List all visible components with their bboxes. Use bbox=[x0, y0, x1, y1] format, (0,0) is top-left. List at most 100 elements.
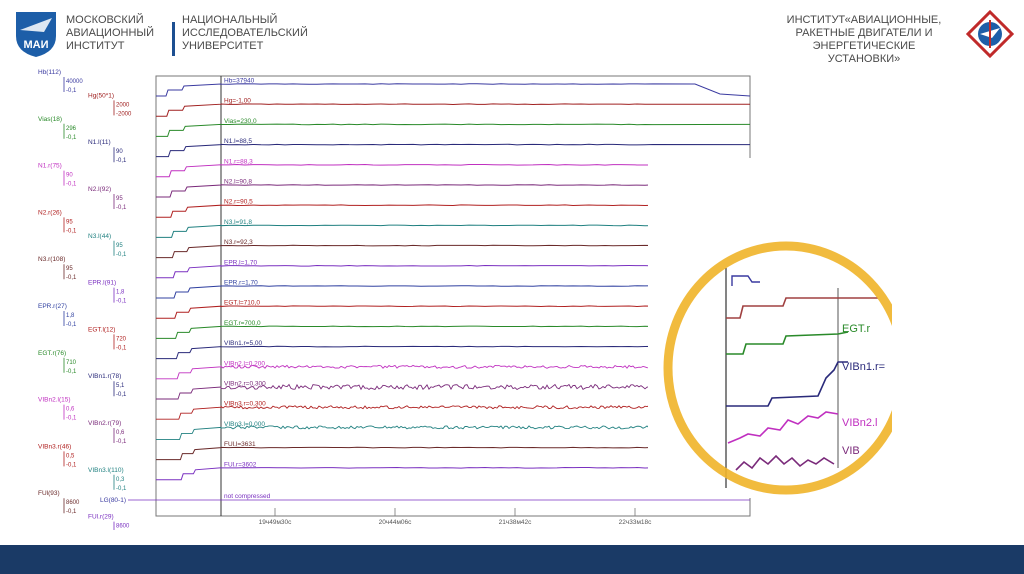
scale-max: 95 bbox=[66, 266, 73, 272]
scale-name: VIBn2.l(15) bbox=[38, 397, 71, 404]
zoom-trace-egt-l bbox=[726, 297, 878, 319]
scale-min: -2000 bbox=[116, 111, 132, 117]
scale-max: 8600 bbox=[66, 500, 80, 506]
trace-value-label: N2.r=90,5 bbox=[224, 199, 253, 206]
scale-max: 95 bbox=[116, 243, 123, 249]
scale-min: -0,1 bbox=[116, 205, 127, 211]
university-name: НАЦИОНАЛЬНЫЙ ИССЛЕДОВАТЕЛЬСКИЙ УНИВЕРСИТ… bbox=[182, 14, 308, 52]
scale-max: 5,1 bbox=[116, 383, 125, 389]
zoom-svg: EGT.r VIBn1.r= VIBn2.l VIB bbox=[663, 241, 892, 495]
scale-min: -0,1 bbox=[66, 462, 77, 468]
time-tick-label: 22ч33м18с bbox=[619, 519, 653, 526]
scale-min: -0,1 bbox=[116, 299, 127, 305]
scale-min: -0,1 bbox=[66, 369, 77, 375]
scale-min: -0,1 bbox=[66, 88, 77, 94]
scale-min: -0,1 bbox=[66, 322, 77, 328]
scale-min: -0,1 bbox=[116, 392, 127, 398]
scale-max: 710 bbox=[66, 360, 77, 366]
scale-name: N3.l(44) bbox=[88, 233, 111, 240]
scale-min: -0,1 bbox=[66, 182, 77, 188]
zoom-label: EGT.r bbox=[842, 323, 870, 335]
trace-value-label: VIBn2.r=0,300 bbox=[224, 381, 266, 388]
scale-max: 95 bbox=[116, 196, 123, 202]
scale-name: EPR.l(91) bbox=[88, 280, 116, 287]
scale-name: N2.r(26) bbox=[38, 209, 62, 216]
scale-name: VIBn3.r(46) bbox=[38, 443, 71, 450]
zoom-label: VIBn1.r= bbox=[842, 361, 885, 373]
scale-max: 296 bbox=[66, 126, 77, 132]
zoom-trace-vibn2-l bbox=[727, 411, 839, 444]
lg-value: not compressed bbox=[224, 493, 271, 500]
scale-name: N2.l(92) bbox=[88, 186, 111, 193]
trace-value-label: N1.r=88,3 bbox=[224, 158, 253, 165]
scale-min: -0,1 bbox=[116, 345, 127, 351]
time-tick-label: 20ч44м06с bbox=[379, 519, 413, 526]
department-name: ИНСТИТУТ«АВИАЦИОННЫЕ, РАКЕТНЫЕ ДВИГАТЕЛИ… bbox=[786, 14, 942, 65]
scale-name: Vias(18) bbox=[38, 116, 62, 123]
scale-min: -0,1 bbox=[66, 416, 77, 422]
trace-value-label: VIBn1.r=5,00 bbox=[224, 340, 263, 347]
scale-min: -0,1 bbox=[116, 252, 127, 258]
scale-min: -0,1 bbox=[116, 486, 127, 492]
scale-labels: Hb(112) 40000 -0,1 Hg(50*1)2000 -2000 Vias(18… bbox=[38, 69, 132, 530]
scale-name: Hg(50*1) bbox=[88, 92, 114, 99]
lg-label: LG(80-1) bbox=[100, 497, 126, 504]
scale-min: -0,1 bbox=[116, 158, 127, 164]
trace-line bbox=[156, 143, 751, 158]
scale-max: 40000 bbox=[66, 79, 83, 85]
scale-max: 1,8 bbox=[116, 290, 125, 296]
trace-value-label: N3.l=91,8 bbox=[224, 219, 252, 226]
trace-line bbox=[156, 123, 751, 137]
time-tick-label: 21ч38м42с bbox=[499, 519, 533, 526]
trace-value-label: FUl.r=3602 bbox=[224, 461, 257, 468]
zoom-label: VIB bbox=[842, 445, 860, 457]
trace-value-label: VIBn2.l=0,200 bbox=[224, 360, 265, 367]
scale-max: 2000 bbox=[116, 102, 130, 108]
scale-name: FUl(93) bbox=[38, 490, 60, 497]
institute-name: МОСКОВСКИЙ АВИАЦИОННЫЙ ИНСТИТУТ bbox=[66, 14, 155, 52]
header-divider bbox=[172, 22, 175, 56]
scale-name: N1.l(11) bbox=[88, 139, 111, 146]
trace-value-label: EPR.l=1,70 bbox=[224, 259, 257, 266]
trace-value-label: Vias=230,0 bbox=[224, 118, 257, 125]
trace-value-label: N1.l=88,5 bbox=[224, 138, 252, 145]
mai-logo-icon: МАИ bbox=[16, 12, 56, 57]
logo-text: МАИ bbox=[23, 39, 48, 51]
scale-max: 0,5 bbox=[66, 453, 75, 459]
trace-value-label: VIBn3.l=0,000 bbox=[224, 421, 265, 428]
scale-min: -0,1 bbox=[66, 509, 77, 515]
trace-value-label: EGT.r=700,0 bbox=[224, 320, 261, 327]
trace-value-label: N2.l=90,8 bbox=[224, 179, 252, 186]
scale-name: EGT.l(12) bbox=[88, 326, 115, 333]
trace-value-label: Hg=-1,00 bbox=[224, 98, 251, 105]
footer-bar bbox=[0, 545, 1024, 574]
zoom-trace-vibn1 bbox=[726, 361, 848, 407]
scale-max: 0,6 bbox=[66, 407, 75, 413]
scale-max: 720 bbox=[116, 336, 127, 342]
scale-name: EGT.r(76) bbox=[38, 350, 66, 357]
scale-max: 8600 bbox=[116, 524, 130, 530]
trace-line bbox=[156, 103, 751, 117]
zoom-trace-vibn2-r bbox=[735, 454, 835, 471]
scale-min: -0,1 bbox=[66, 275, 77, 281]
department-logo-icon bbox=[966, 10, 1014, 58]
zoom-trace-egt-r bbox=[726, 331, 849, 355]
zoom-label: VIBn2.l bbox=[842, 417, 877, 429]
trace-value-label: FUl.l=3631 bbox=[224, 441, 256, 448]
scale-max: 0,6 bbox=[116, 430, 125, 436]
scale-max: 90 bbox=[66, 173, 73, 179]
scale-max: 90 bbox=[116, 149, 123, 155]
scale-name: VIBn3.l(110) bbox=[88, 467, 124, 474]
scale-name: N1.r(75) bbox=[38, 163, 62, 170]
scale-name: FUl.r(29) bbox=[88, 514, 114, 521]
trace-line bbox=[156, 83, 751, 97]
scale-name: N3.r(108) bbox=[38, 256, 65, 263]
scale-name: Hb(112) bbox=[38, 69, 61, 76]
scale-name: VIBn1.r(78) bbox=[88, 373, 121, 380]
zoom-trace-top bbox=[731, 275, 760, 286]
trace-value-label: EPR.r=1,70 bbox=[224, 280, 258, 287]
trace-value-label: VIBn3.r=0,300 bbox=[224, 401, 266, 408]
trace-value-label: Hb=37940 bbox=[224, 78, 255, 85]
scale-min: -0,1 bbox=[116, 439, 127, 445]
trace-value-label: EGT.l=710,0 bbox=[224, 300, 260, 307]
